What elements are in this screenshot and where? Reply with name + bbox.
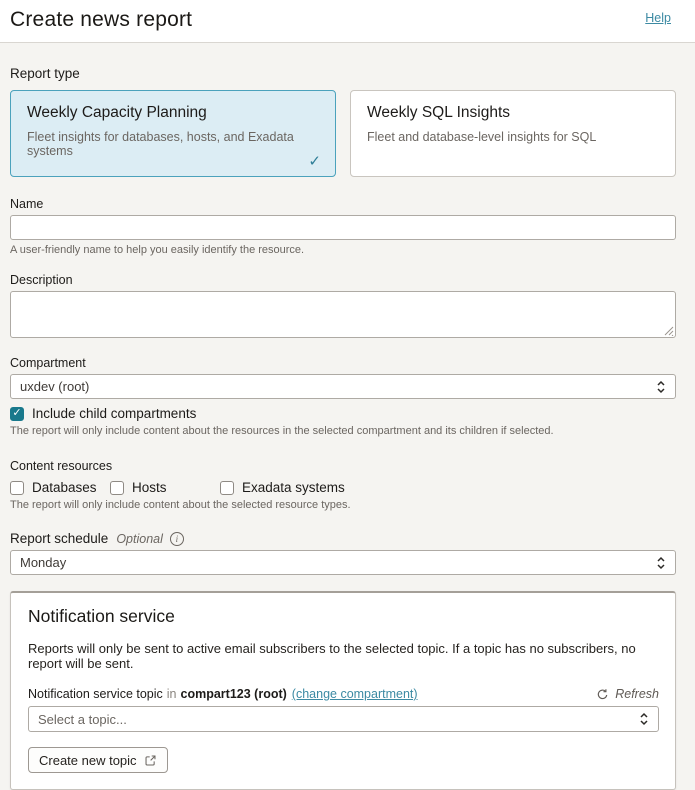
page-header: Create news report Help <box>0 0 695 43</box>
description-textarea[interactable] <box>10 291 676 338</box>
in-label: in <box>167 687 177 701</box>
topic-compartment-name: compart123 (root) <box>181 687 287 701</box>
compartment-label: Compartment <box>10 356 676 370</box>
include-child-label[interactable]: Include child compartments <box>32 406 196 421</box>
compartment-select[interactable]: uxdev (root) <box>10 374 676 399</box>
report-schedule-row: Report schedule Optional i <box>10 531 676 546</box>
compartment-select-value: uxdev (root) <box>20 379 89 394</box>
content-resources-row: Databases Hosts Exadata systems <box>10 480 676 495</box>
form-content: Report type Weekly Capacity Planning Fle… <box>0 43 695 790</box>
topic-label: Notification service topic <box>28 687 163 701</box>
info-icon[interactable]: i <box>170 532 184 546</box>
help-link[interactable]: Help <box>645 11 671 25</box>
databases-label[interactable]: Databases <box>32 480 97 495</box>
include-child-checkbox[interactable]: ✓ <box>10 407 24 421</box>
card-weekly-sql-insights[interactable]: Weekly SQL Insights Fleet and database-l… <box>350 90 676 177</box>
report-type-label: Report type <box>10 43 676 81</box>
refresh-label: Refresh <box>615 687 659 701</box>
optional-label: Optional <box>116 532 163 546</box>
create-new-topic-label: Create new topic <box>39 753 137 768</box>
external-link-icon <box>144 754 157 767</box>
hosts-option: Hosts <box>110 480 220 495</box>
chevron-updown-icon <box>639 712 649 726</box>
page-title: Create news report <box>10 8 192 32</box>
exadata-label[interactable]: Exadata systems <box>242 480 345 495</box>
databases-option: Databases <box>10 480 110 495</box>
include-child-row: ✓ Include child compartments <box>10 406 676 421</box>
content-resources-label: Content resources <box>10 459 676 473</box>
notification-service-title: Notification service <box>28 606 659 627</box>
content-resources-helper-text: The report will only include content abo… <box>10 499 676 511</box>
notification-service-description: Reports will only be sent to active emai… <box>28 641 659 671</box>
topic-select[interactable]: Select a topic... <box>28 706 659 732</box>
hosts-label[interactable]: Hosts <box>132 480 167 495</box>
card-title: Weekly Capacity Planning <box>27 104 319 122</box>
topic-select-placeholder: Select a topic... <box>38 712 127 727</box>
card-description: Fleet and database-level insights for SQ… <box>367 130 659 144</box>
refresh-button[interactable]: Refresh <box>596 687 659 701</box>
chevron-updown-icon <box>656 380 666 394</box>
card-weekly-capacity-planning[interactable]: Weekly Capacity Planning Fleet insights … <box>10 90 336 177</box>
description-label: Description <box>10 273 676 287</box>
notification-service-panel: Notification service Reports will only b… <box>10 591 676 790</box>
include-child-helper-text: The report will only include content abo… <box>10 425 676 437</box>
checkbox-check-icon: ✓ <box>12 408 21 419</box>
card-description: Fleet insights for databases, hosts, and… <box>27 130 319 158</box>
chevron-updown-icon <box>656 556 666 570</box>
report-schedule-select-value: Monday <box>20 555 66 570</box>
databases-checkbox[interactable] <box>10 481 24 495</box>
exadata-option: Exadata systems <box>220 480 345 495</box>
topic-row: Notification service topic in compart123… <box>28 687 659 701</box>
topic-label-group: Notification service topic in compart123… <box>28 687 418 701</box>
card-title: Weekly SQL Insights <box>367 104 659 122</box>
change-compartment-link[interactable]: (change compartment) <box>292 687 418 701</box>
name-label: Name <box>10 197 676 211</box>
name-helper-text: A user-friendly name to help you easily … <box>10 244 676 256</box>
report-schedule-select[interactable]: Monday <box>10 550 676 575</box>
refresh-icon <box>596 688 609 701</box>
report-schedule-label: Report schedule <box>10 531 108 546</box>
hosts-checkbox[interactable] <box>110 481 124 495</box>
name-input[interactable] <box>10 215 676 240</box>
exadata-checkbox[interactable] <box>220 481 234 495</box>
create-new-topic-button[interactable]: Create new topic <box>28 747 168 773</box>
description-field-wrap <box>10 291 676 338</box>
report-type-cards: Weekly Capacity Planning Fleet insights … <box>10 90 676 177</box>
resize-handle-icon[interactable] <box>664 326 674 336</box>
selected-check-icon: ✓ <box>308 152 321 170</box>
